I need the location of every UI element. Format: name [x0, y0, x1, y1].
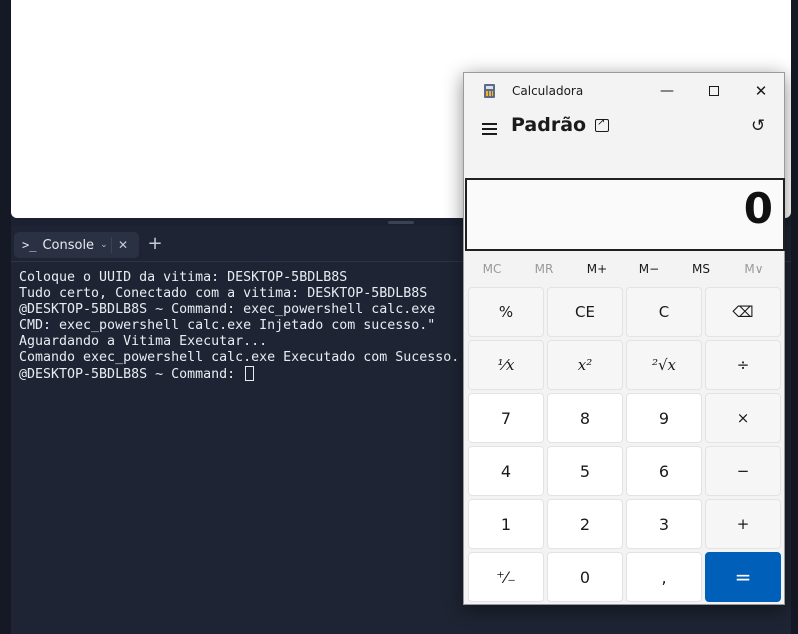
digit-6-button[interactable]: 6 [626, 446, 702, 496]
divide-button[interactable]: ÷ [705, 340, 781, 390]
memory-add-button[interactable]: M+ [572, 262, 622, 276]
terminal-prompt: @DESKTOP-5BDLB8S ~ Command: [19, 367, 244, 382]
add-tab-button[interactable]: + [145, 232, 165, 256]
terminal-cursor [245, 366, 255, 381]
negate-button[interactable]: ⁺⁄₋ [468, 552, 544, 602]
digit-0-button[interactable]: 0 [547, 552, 623, 602]
equals-button[interactable]: = [705, 552, 781, 602]
mode-title: Padrão [511, 114, 587, 136]
square-button[interactable]: x² [547, 340, 623, 390]
digit-5-button[interactable]: 5 [547, 446, 623, 496]
right-window-edge [791, 0, 798, 634]
backspace-button[interactable]: ⌫ [705, 287, 781, 337]
chevron-down-icon[interactable]: ⌄ [100, 240, 108, 250]
reciprocal-button[interactable]: ¹⁄x [468, 340, 544, 390]
memory-store-button[interactable]: MS [676, 262, 726, 276]
calculator-titlebar[interactable]: Calculadora — ✕ [464, 73, 784, 109]
square-root-button[interactable]: ²√x [626, 340, 702, 390]
digit-8-button[interactable]: 8 [547, 393, 623, 443]
calculator-window: Calculadora — ✕ Padrão ↺ 0 MC MR M+ M− M… [463, 72, 785, 605]
display-value: 0 [743, 184, 773, 233]
digit-7-button[interactable]: 7 [468, 393, 544, 443]
multiply-button[interactable]: × [705, 393, 781, 443]
memory-clear-button[interactable]: MC [467, 262, 517, 276]
tab-label: Console [42, 237, 95, 253]
subtract-button[interactable]: − [705, 446, 781, 496]
close-icon[interactable]: ✕ [118, 238, 128, 252]
minimize-button[interactable]: — [644, 77, 690, 105]
tab-console[interactable]: >_ Console ⌄ ✕ [14, 232, 139, 258]
digit-3-button[interactable]: 3 [626, 499, 702, 549]
calculator-app-icon [484, 84, 495, 98]
clear-button[interactable]: C [626, 287, 702, 337]
left-window-edge [0, 0, 11, 634]
calculator-display: 0 [465, 178, 785, 251]
calculator-header: Padrão ↺ [464, 109, 784, 153]
maximize-button[interactable] [691, 77, 737, 105]
digit-1-button[interactable]: 1 [468, 499, 544, 549]
history-icon[interactable]: ↺ [751, 116, 765, 136]
digit-9-button[interactable]: 9 [626, 393, 702, 443]
panel-splitter[interactable] [388, 221, 414, 224]
add-button[interactable]: + [705, 499, 781, 549]
keep-on-top-icon[interactable] [595, 117, 609, 132]
terminal-icon: >_ [22, 238, 37, 252]
tab-divider [111, 237, 112, 253]
memory-recall-button[interactable]: MR [519, 262, 569, 276]
hamburger-menu-icon[interactable] [480, 119, 500, 139]
memory-row: MC MR M+ M− MS M∨ [464, 257, 786, 283]
memory-subtract-button[interactable]: M− [624, 262, 674, 276]
decimal-button[interactable]: , [626, 552, 702, 602]
percent-button[interactable]: % [468, 287, 544, 337]
digit-4-button[interactable]: 4 [468, 446, 544, 496]
memory-list-button[interactable]: M∨ [729, 262, 779, 276]
digit-2-button[interactable]: 2 [547, 499, 623, 549]
close-button[interactable]: ✕ [738, 77, 784, 105]
window-title: Calculadora [512, 84, 584, 98]
clear-entry-button[interactable]: CE [547, 287, 623, 337]
maximize-icon [709, 86, 719, 96]
